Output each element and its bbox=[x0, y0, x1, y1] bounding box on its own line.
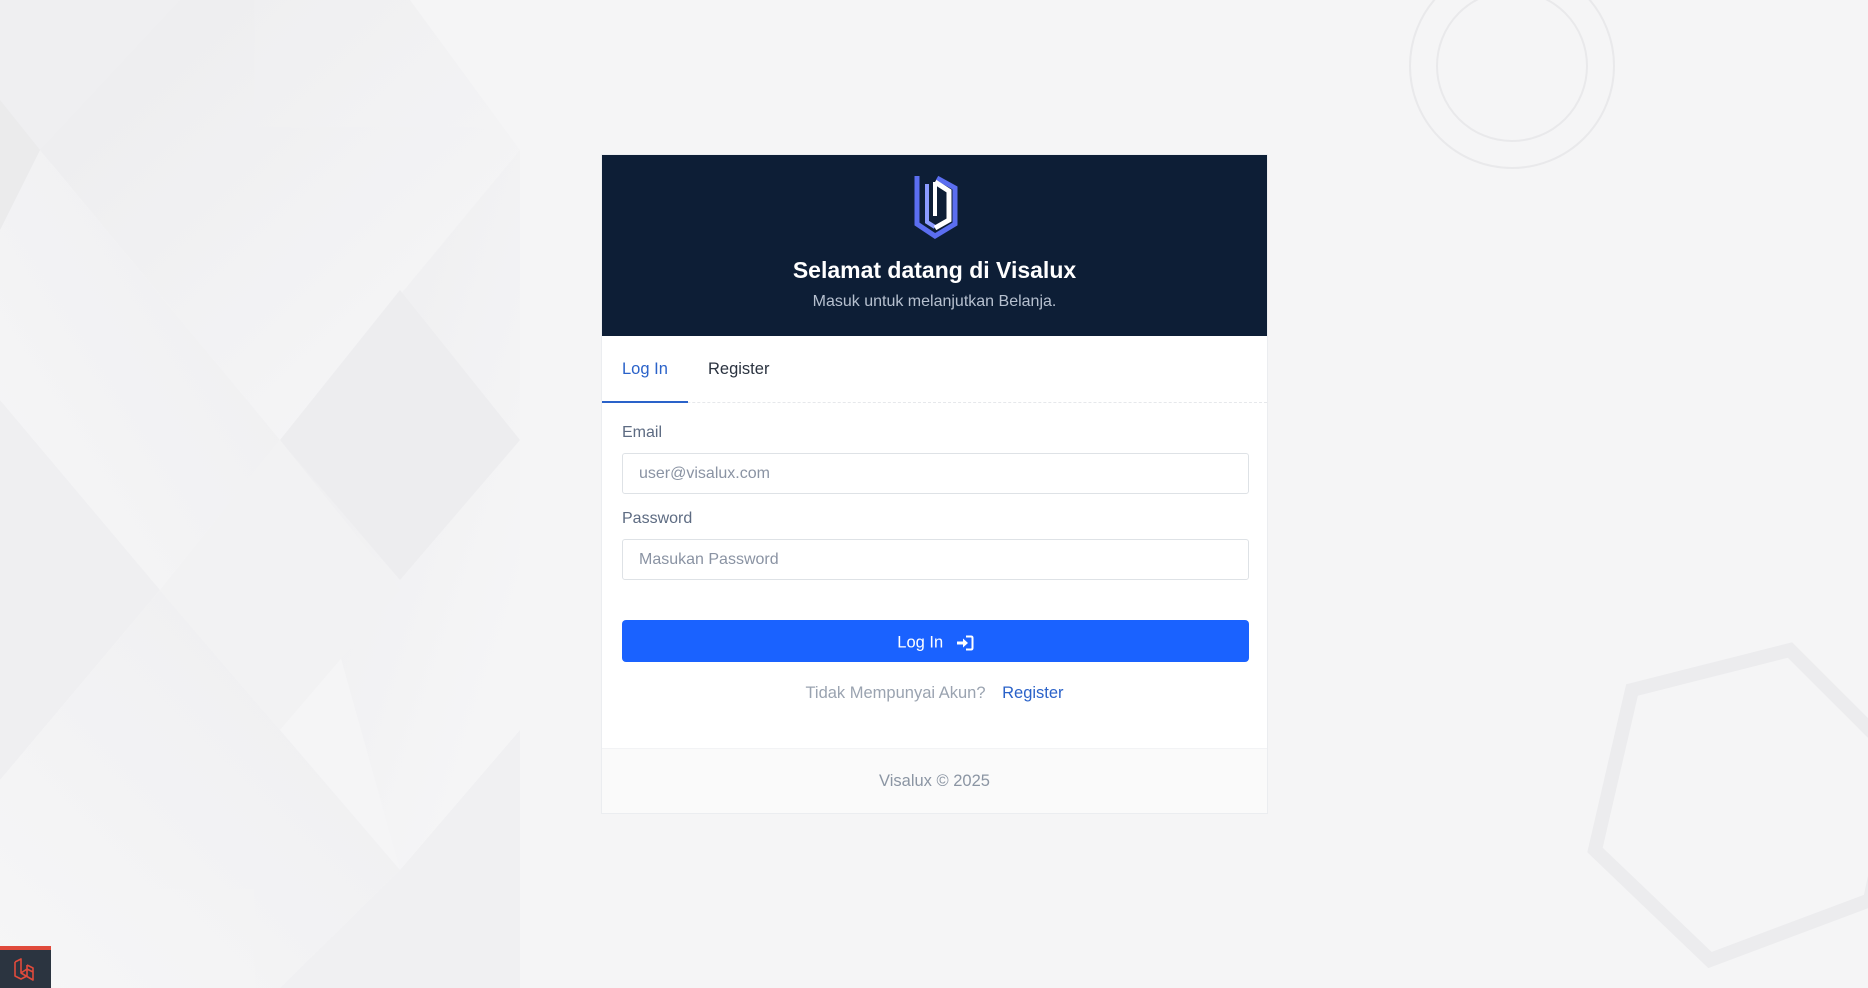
password-label: Password bbox=[622, 510, 693, 527]
copyright-text: Visalux © 2025 bbox=[879, 772, 990, 790]
register-prompt-row: Tidak Mempunyai Akun? Register bbox=[622, 682, 1247, 704]
welcome-subtitle: Masuk untuk melanjutkan Belanja. bbox=[812, 293, 1057, 310]
email-label: Email bbox=[622, 424, 663, 441]
circles-decoration bbox=[1409, 0, 1615, 169]
sign-in-icon bbox=[956, 635, 974, 651]
tab-register[interactable]: Register bbox=[688, 336, 789, 402]
diamond-tiles bbox=[0, 0, 520, 988]
hexagon-decoration bbox=[1587, 642, 1868, 969]
login-button-label: Log In bbox=[897, 633, 944, 652]
login-form: Email Password Log In Tidak Mempunyai Ak… bbox=[602, 403, 1267, 704]
visalux-shield-logo bbox=[914, 175, 958, 239]
card-footer: Visalux © 2025 bbox=[602, 748, 1267, 813]
login-button[interactable]: Log In bbox=[622, 620, 1249, 662]
tab-login[interactable]: Log In bbox=[602, 336, 688, 403]
auth-tabs: Log In Register bbox=[602, 336, 1267, 403]
welcome-title: Selamat datang di Visalux bbox=[792, 257, 1077, 283]
register-prompt-text: Tidak Mempunyai Akun? bbox=[805, 684, 986, 702]
laravel-debug-badge[interactable] bbox=[0, 946, 51, 988]
password-input[interactable] bbox=[622, 539, 1249, 580]
card-header: Selamat datang di Visalux Masuk untuk me… bbox=[602, 155, 1267, 336]
login-card: Selamat datang di Visalux Masuk untuk me… bbox=[601, 154, 1268, 814]
laravel-logo-icon bbox=[14, 958, 34, 981]
email-input[interactable] bbox=[622, 453, 1249, 494]
register-link[interactable]: Register bbox=[1002, 684, 1063, 702]
